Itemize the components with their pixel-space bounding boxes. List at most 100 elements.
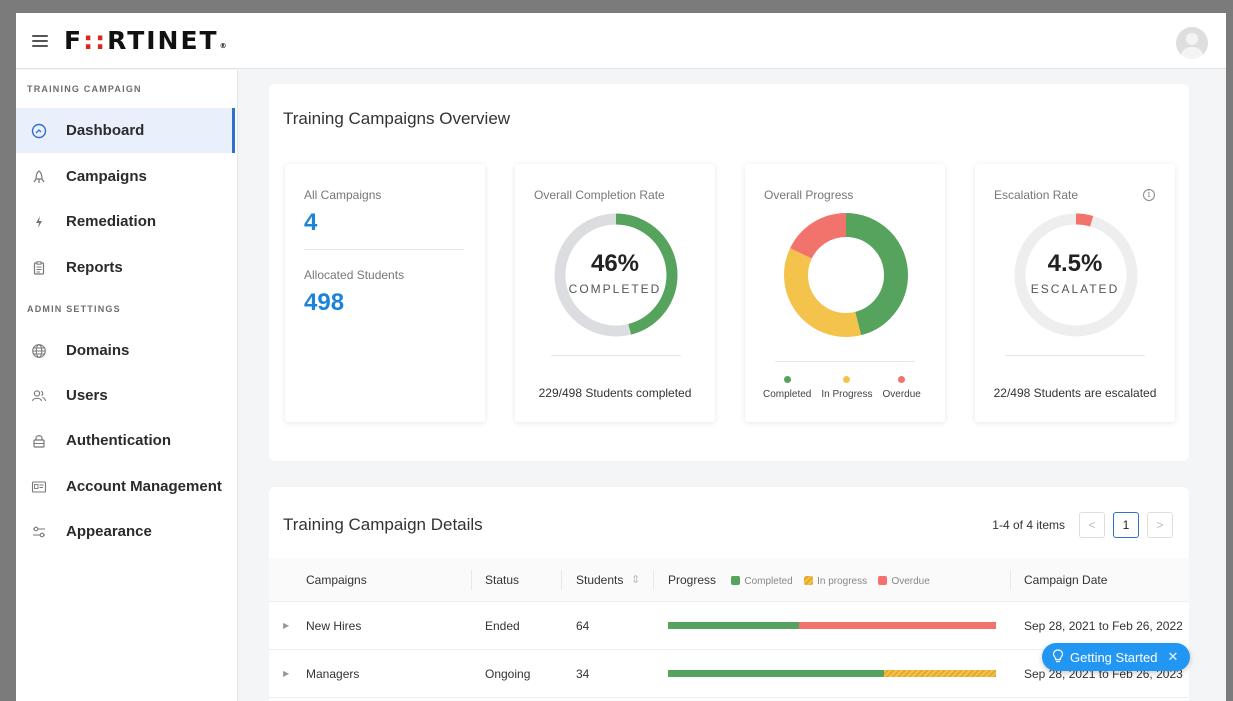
legend-in-progress: In Progress — [821, 376, 873, 400]
pagination: 1-4 of 4 items < 1 > — [992, 512, 1173, 538]
page-1-button[interactable]: 1 — [1113, 512, 1139, 538]
progress-legend-inline: Completed In progress Overdue — [731, 573, 937, 587]
lightning-icon — [30, 213, 48, 231]
lock-icon — [30, 432, 48, 450]
bar-overdue — [799, 622, 996, 629]
fortinet-logo: F:: RTINET ® — [64, 26, 229, 55]
all-campaigns-label: All Campaigns — [304, 188, 382, 202]
sidebar-item-users[interactable]: Users — [16, 373, 234, 418]
escalation-rate-card: Escalation Rate i 4.5% ESCALATED 22/498 … — [975, 164, 1175, 422]
sidebar-item-reports[interactable]: Reports — [16, 245, 234, 290]
sidebar: TRAINING CAMPAIGN Dashboard Campaigns Re… — [16, 70, 238, 701]
row-progress-bar — [668, 622, 996, 629]
legend-swatch-overdue — [878, 576, 888, 585]
table-header: Campaigns Status Students ⇕ Progress Com… — [269, 558, 1189, 602]
escalation-foot: 22/498 Students are escalated — [993, 386, 1157, 400]
sidebar-item-label: Domains — [66, 342, 130, 359]
overview-card: Training Campaigns Overview All Campaign… — [269, 84, 1189, 461]
overall-progress-card: Overall Progress Completed In Progress O… — [745, 164, 945, 422]
allocated-students-value: 498 — [304, 289, 345, 316]
column-status[interactable]: Status — [485, 558, 519, 602]
pager-info: 1-4 of 4 items — [992, 518, 1065, 532]
progress-donut — [784, 213, 908, 337]
column-separator — [1010, 570, 1011, 590]
row-campaign-name: New Hires — [306, 619, 362, 633]
sidebar-item-campaigns[interactable]: Campaigns — [16, 154, 234, 199]
globe-icon — [30, 342, 48, 360]
column-separator — [653, 570, 654, 590]
sidebar-item-appearance[interactable]: Appearance — [16, 509, 234, 554]
row-status: Ongoing — [485, 667, 531, 681]
progress-legend: Completed In Progress Overdue — [763, 376, 921, 400]
bar-completed — [668, 622, 800, 629]
column-progress: Progress Completed In progress Overdue — [668, 558, 938, 604]
divider — [775, 361, 915, 362]
clipboard-icon — [30, 259, 48, 277]
escalation-sub: ESCALATED — [1030, 282, 1120, 296]
sidebar-item-label: Campaigns — [66, 168, 147, 185]
sliders-icon — [30, 523, 48, 541]
expand-row-icon[interactable]: ▶ — [283, 669, 289, 678]
info-icon[interactable]: i — [1143, 189, 1155, 201]
top-bar: F:: RTINET ® — [16, 13, 1226, 69]
users-icon — [30, 387, 48, 405]
sidebar-item-label: Authentication — [66, 432, 171, 449]
sidebar-item-remediation[interactable]: Remediation — [16, 199, 234, 244]
escalation-percent: 4.5% — [1047, 250, 1103, 277]
row-students: 64 — [576, 619, 590, 633]
completion-foot: 229/498 Students completed — [538, 386, 692, 400]
escalation-center: 4.5% ESCALATED — [975, 250, 1175, 296]
overview-title: Training Campaigns Overview — [283, 109, 511, 128]
legend-overdue: Overdue — [883, 376, 921, 400]
getting-started-button[interactable]: Getting Started ✕ — [1042, 643, 1190, 671]
row-students: 34 — [576, 667, 590, 681]
app-window: F:: RTINET ® TRAINING CAMPAIGN Dashboard C… — [16, 13, 1226, 701]
column-students[interactable]: Students — [576, 558, 623, 602]
sidebar-item-label: Users — [66, 387, 108, 404]
dashboard-icon — [30, 122, 48, 140]
all-campaigns-value: 4 — [304, 209, 318, 236]
sidebar-item-label: Appearance — [66, 523, 152, 540]
bar-completed — [668, 670, 885, 677]
expand-row-icon[interactable]: ▶ — [283, 621, 289, 630]
bar-in-progress — [884, 670, 996, 677]
escalation-rate-label: Escalation Rate — [994, 188, 1079, 202]
sidebar-item-label: Account Management — [66, 478, 222, 495]
sidebar-item-domains[interactable]: Domains — [16, 328, 234, 373]
section-label-admin: ADMIN SETTINGS — [27, 304, 121, 314]
row-campaign-name: Managers — [306, 667, 360, 681]
sidebar-item-label: Dashboard — [66, 122, 145, 139]
divider — [1005, 355, 1145, 356]
details-title: Training Campaign Details — [283, 515, 483, 534]
section-label-training: TRAINING CAMPAIGN — [27, 84, 142, 94]
user-avatar[interactable] — [1176, 27, 1208, 59]
sidebar-item-account-management[interactable]: Account Management — [16, 464, 234, 509]
column-campaign-date[interactable]: Campaign Date — [1024, 558, 1107, 602]
campaigns-summary-card: All Campaigns 4 Allocated Students 498 — [285, 164, 485, 422]
sidebar-item-authentication[interactable]: Authentication — [16, 418, 234, 463]
column-campaigns[interactable]: Campaigns — [306, 558, 367, 602]
getting-started-label: Getting Started — [1070, 649, 1158, 665]
column-separator — [561, 570, 562, 590]
row-progress-bar — [668, 670, 996, 677]
sidebar-item-dashboard[interactable]: Dashboard — [16, 108, 235, 153]
next-page-button[interactable]: > — [1147, 512, 1173, 538]
campaigns-icon — [30, 168, 48, 186]
overall-progress-label: Overall Progress — [764, 188, 854, 202]
divider — [304, 249, 464, 250]
column-progress-label: Progress — [668, 573, 717, 587]
sidebar-item-label: Reports — [66, 259, 123, 276]
sort-icon[interactable]: ⇕ — [631, 558, 640, 602]
close-icon[interactable]: ✕ — [1167, 649, 1178, 665]
legend-swatch-in-progress — [804, 576, 814, 585]
completion-sub: COMPLETED — [568, 282, 662, 296]
menu-icon[interactable] — [32, 34, 48, 47]
id-card-icon — [30, 478, 48, 496]
row-status: Ended — [485, 619, 520, 633]
completion-center: 46% COMPLETED — [515, 250, 715, 296]
prev-page-button[interactable]: < — [1079, 512, 1105, 538]
completion-rate-label: Overall Completion Rate — [534, 188, 665, 202]
completion-percent: 46% — [590, 250, 640, 277]
column-separator — [471, 570, 472, 590]
divider — [551, 355, 681, 356]
